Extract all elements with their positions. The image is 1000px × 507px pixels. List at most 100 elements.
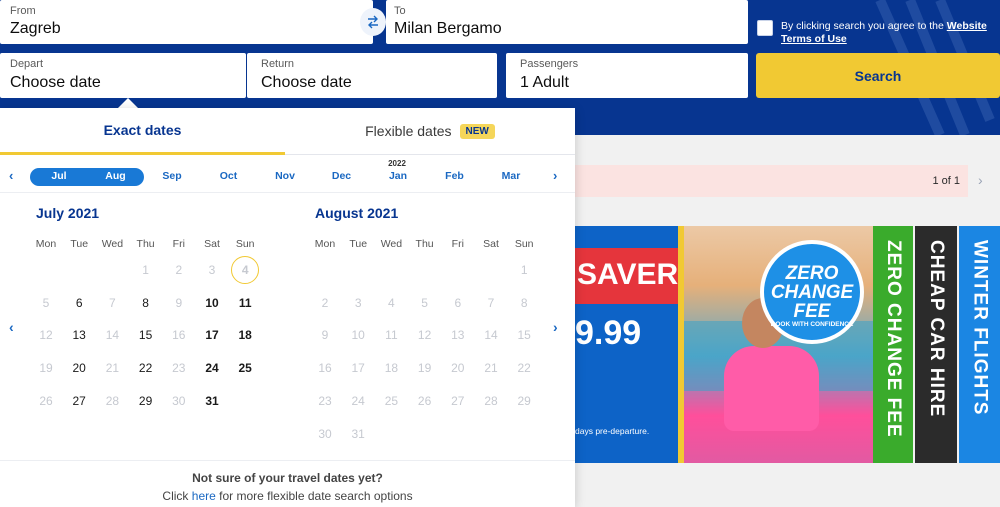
calendar-day: 21 (105, 361, 120, 376)
calendar-day: 18 (384, 361, 399, 376)
zero-change-fee-badge: ZERO CHANGE FEE BOOK WITH CONFIDENCE (760, 240, 864, 344)
calendar-day[interactable]: 29 (129, 388, 163, 414)
calendar-day: 2 (175, 263, 183, 277)
calendar-day: 31 (351, 426, 365, 441)
depart-field[interactable]: Depart Choose date (0, 53, 246, 98)
notice-bar: 1 of 1 (575, 165, 968, 197)
calendar-day[interactable]: 22 (129, 355, 163, 381)
calendar-day[interactable]: 13 (62, 322, 96, 348)
calendar-day[interactable]: 18 (228, 322, 262, 348)
badge-title: ZERO CHANGE FEE (770, 263, 854, 322)
return-field[interactable]: Return Choose date (247, 53, 497, 98)
calendar-day: 11 (385, 328, 398, 343)
calendar-day: 26 (39, 393, 53, 408)
calendar-day[interactable]: 17 (195, 322, 229, 348)
month-next-chevron-icon[interactable]: › (553, 168, 557, 183)
calendar-day: 28 (484, 393, 498, 408)
to-value: Milan Bergamo (394, 20, 502, 37)
calendar-title-left: July 2021 (36, 205, 100, 221)
calendar-day[interactable]: 11 (228, 290, 262, 316)
calendar-day: 24 (351, 393, 365, 408)
month-chip-nov[interactable]: Nov (255, 170, 315, 182)
weekday-label: Sun (235, 238, 255, 250)
calendar-day: 15 (517, 328, 531, 343)
promo-strip-winter-flights[interactable]: WINTER FLIGHTS (959, 226, 1000, 463)
calendar-day: 16 (318, 361, 332, 376)
notice-next-chevron-icon[interactable]: › (978, 172, 983, 188)
footer-here-link[interactable]: here (192, 489, 216, 503)
calendar-day: 4 (388, 295, 395, 310)
calendar-day[interactable]: 10 (195, 290, 229, 316)
weekday-label: Mon (35, 238, 57, 250)
passengers-field[interactable]: Passengers 1 Adult (506, 53, 748, 98)
calendar-day: 9 (321, 328, 329, 343)
date-picker: Exact dates Flexible dates NEW ‹ 2022 Ju… (0, 108, 575, 507)
tab-exact-dates[interactable]: Exact dates (0, 108, 285, 155)
footer-suffix: for more flexible date search options (219, 489, 413, 503)
terms-checkbox[interactable] (757, 20, 773, 36)
badge-subtitle: BOOK WITH CONFIDENCE (770, 321, 854, 328)
footer-prefix: Click (162, 489, 189, 503)
calendar-day: 7 (109, 295, 116, 310)
calendar-day: 25 (384, 393, 399, 408)
promo-strip-zero-change-fee[interactable]: ZERO CHANGE FEE (873, 226, 913, 463)
strip-label: CHEAP CAR HIRE (926, 240, 947, 418)
calendar-day: 29 (517, 393, 531, 408)
month-prev-chevron-icon[interactable]: ‹ (9, 168, 13, 183)
promo-photo-person (724, 346, 819, 431)
depart-label: Depart (10, 58, 44, 70)
calendar-day: 3 (208, 263, 216, 277)
calendar-day[interactable]: 15 (129, 322, 163, 348)
terms-text: By clicking search you agree to the (781, 20, 944, 32)
calendar-day: 9 (175, 295, 183, 310)
weekday-label: Sun (514, 238, 534, 250)
calendar-prev-chevron-icon[interactable]: ‹ (9, 319, 14, 335)
promo-banner[interactable]: SAVERS 9.99 days pre-departure. ZERO CHA… (575, 226, 1000, 463)
promo-price: 9.99 (575, 314, 642, 352)
month-chip-aug[interactable]: Aug (86, 170, 146, 182)
calendar-day: 30 (318, 426, 332, 441)
month-strip: ‹ 2022 Jul Aug Sep Oct Nov Dec Jan Feb Mar › (0, 155, 575, 193)
calendar-day: 26 (417, 393, 432, 408)
calendar-day: 1 (142, 263, 149, 277)
calendar-day[interactable]: 6 (62, 290, 96, 316)
picker-footer: Not sure of your travel dates yet? Click… (0, 460, 575, 507)
tab-flexible-dates[interactable]: Flexible dates NEW (285, 108, 575, 155)
calendar-day: 28 (105, 393, 120, 408)
search-button[interactable]: Search (756, 53, 1000, 98)
tab-exact-label: Exact dates (103, 122, 182, 138)
calendar-day[interactable]: 27 (62, 388, 96, 414)
month-chip-oct[interactable]: Oct (199, 170, 259, 182)
tab-flexible-label: Flexible dates (365, 123, 452, 139)
swap-airports-button[interactable] (360, 8, 386, 36)
calendar-day: 6 (454, 295, 462, 310)
calendar-day: 16 (172, 328, 186, 343)
calendar-day[interactable]: 31 (195, 388, 229, 414)
calendar-day[interactable]: 25 (228, 355, 262, 381)
calendar-day[interactable]: 20 (62, 355, 96, 381)
footer-question: Not sure of your travel dates yet? (192, 471, 383, 485)
month-chip-feb[interactable]: Feb (425, 170, 485, 182)
calendar-day[interactable]: 24 (195, 355, 229, 381)
weekday-label: Fri (172, 238, 185, 250)
calendar-next-chevron-icon[interactable]: › (553, 319, 558, 335)
weekday-label: Thu (136, 238, 155, 250)
month-chip-jan[interactable]: Jan (368, 170, 428, 182)
from-field[interactable]: From Zagreb (0, 0, 373, 44)
passengers-label: Passengers (520, 58, 579, 70)
calendar-day: 13 (451, 328, 465, 343)
month-chip-dec[interactable]: Dec (312, 170, 372, 182)
month-chip-mar[interactable]: Mar (481, 170, 541, 182)
calendar-day[interactable]: 4 (231, 256, 260, 284)
notice-pagination: 1 of 1 (932, 175, 960, 187)
promo-fine-print: days pre-departure. (575, 426, 650, 436)
calendar-day[interactable]: 8 (129, 290, 163, 316)
weekday-label: Fri (451, 238, 464, 250)
to-field[interactable]: To Milan Bergamo (386, 0, 748, 44)
calendar-day: 17 (351, 361, 365, 376)
passengers-value: 1 Adult (520, 74, 569, 91)
weekday-label: Sat (204, 238, 220, 250)
month-chip-sep[interactable]: Sep (142, 170, 202, 182)
month-chip-jul[interactable]: Jul (29, 170, 89, 182)
promo-strip-car-hire[interactable]: CHEAP CAR HIRE (915, 226, 957, 463)
